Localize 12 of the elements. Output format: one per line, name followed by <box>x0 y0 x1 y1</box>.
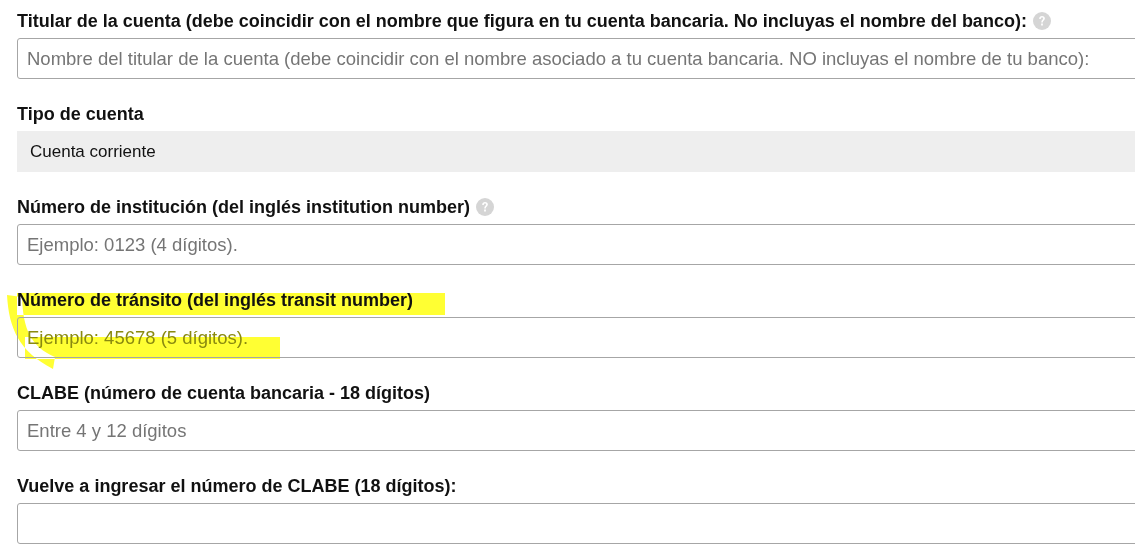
account-type-value: Cuenta corriente <box>17 131 1135 172</box>
help-icon[interactable] <box>476 198 494 216</box>
field-label: Tipo de cuenta <box>17 102 144 126</box>
field-label: Número de tránsito (del inglés transit number) <box>17 288 414 312</box>
field-label: CLABE (número de cuenta bancaria - 18 dígitos) <box>17 381 431 405</box>
input-field[interactable]: Ejemplo: 0123 (4 dígitos). <box>17 224 1135 265</box>
help-icon[interactable] <box>1032 12 1051 30</box>
input-field[interactable]: Nombre del titular de la cuenta (debe coincidir con el nombre asociado a tu cuenta bancaria. NO incluyas el nombre de tu banco): <box>17 38 1135 79</box>
field-label: Titular de la cuenta (debe coincidir con el nombre que figura en tu cuenta bancaria. No incluyas el nombre del banco): <box>17 9 1027 33</box>
field-label: Vuelve a ingresar el número de CLABE (18 dígitos): <box>17 474 457 498</box>
input-field[interactable]: Entre 4 y 12 dígitos <box>17 410 1135 451</box>
field-label: Número de institución (del inglés institution number) <box>17 195 470 219</box>
